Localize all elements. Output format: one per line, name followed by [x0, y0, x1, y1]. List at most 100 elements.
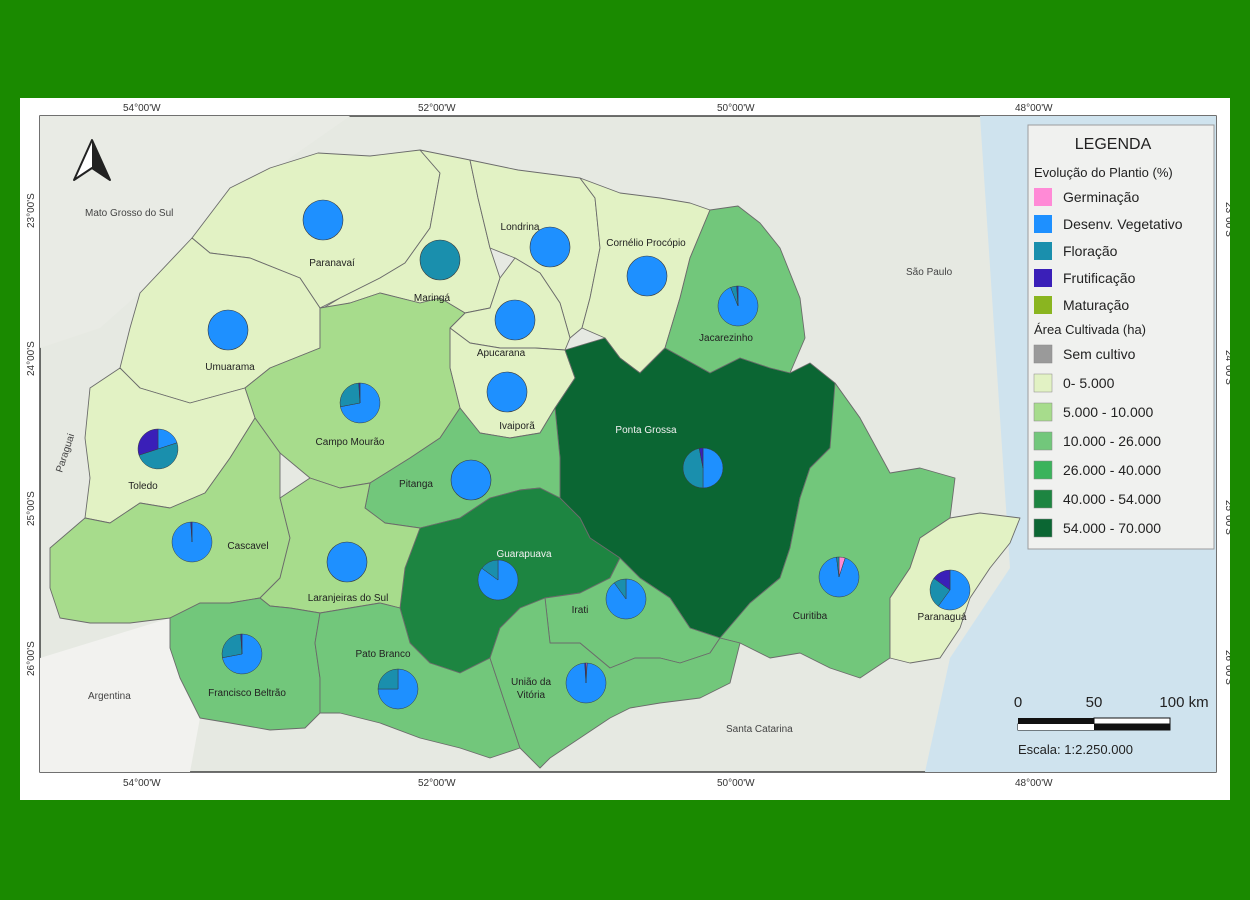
legend-title: LEGENDA	[1075, 136, 1152, 153]
region-label: Ivaiporã	[499, 421, 535, 432]
lon-label-bottom: 52°00'W	[418, 778, 456, 789]
region-label: Pato Branco	[355, 649, 410, 660]
legend-area-label: 26.000 - 40.000	[1063, 462, 1161, 478]
pie-chart	[565, 662, 607, 704]
pie-chart	[450, 459, 492, 501]
legend-swatch	[1034, 296, 1052, 314]
scale-tick-100: 100 km	[1159, 694, 1208, 711]
pie-slice-desenv	[302, 199, 344, 241]
region-label: Cornélio Procópio	[606, 238, 686, 249]
legend-phase-label: Germinação	[1063, 189, 1139, 205]
legend-swatch	[1033, 489, 1053, 509]
legend: LEGENDA Evolução do Plantio (%) Germinaç…	[1027, 124, 1215, 550]
legend-area-label: Sem cultivo	[1063, 346, 1136, 362]
lat-label-left: 24°00'S	[26, 341, 37, 376]
legend-area-label: 10.000 - 26.000	[1063, 433, 1161, 449]
legend-area-label: 40.000 - 54.000	[1063, 491, 1161, 507]
legend-swatch	[1034, 242, 1052, 260]
pie-chart	[929, 569, 971, 611]
scale-tick-50: 50	[1086, 694, 1103, 711]
legend-phase-label: Desenv. Vegetativo	[1063, 216, 1183, 232]
lon-label-bottom: 54°00'W	[123, 778, 161, 789]
pie-chart	[626, 255, 668, 297]
label-sao-paulo: São Paulo	[906, 267, 953, 278]
region-label-part1: União da	[511, 677, 551, 688]
legend-section-phase: Evolução do Plantio (%)	[1034, 165, 1173, 180]
label-mato-grosso-do-sul: Mato Grosso do Sul	[85, 208, 173, 219]
region-label: Curitiba	[793, 611, 828, 622]
lat-label-right: 26°00'S	[1223, 650, 1230, 685]
lon-label-bottom: 50°00'W	[717, 778, 755, 789]
legend-swatch	[1033, 518, 1053, 538]
pie-chart	[477, 559, 519, 601]
region-label: Irati	[572, 605, 589, 616]
legend-swatch	[1033, 431, 1053, 451]
lat-label-left: 25°00'S	[26, 491, 37, 526]
legend-swatch	[1033, 460, 1053, 480]
scale-tick-0: 0	[1014, 694, 1022, 711]
pie-chart	[717, 285, 759, 327]
pie-slice-desenv	[626, 255, 668, 297]
pie-chart	[529, 226, 571, 268]
lat-label-right: 23°00'S	[1223, 202, 1230, 237]
region-label: Laranjeiras do Sul	[308, 593, 389, 604]
scale-text: Escala: 1:2.250.000	[1018, 742, 1133, 757]
region-label: Guarapuava	[496, 549, 551, 560]
legend-phase-label: Maturação	[1063, 297, 1129, 313]
pie-slice-desenv	[529, 226, 571, 268]
legend-phase-label: Floração	[1063, 243, 1118, 259]
lat-label-left: 23°00'S	[26, 193, 37, 228]
region-label: Maringá	[414, 293, 451, 304]
pie-chart	[137, 428, 179, 470]
region-label: Cascavel	[227, 541, 268, 552]
map-frame: Paranavaí Maringá Londrina Cornélio Proc…	[20, 98, 1234, 800]
legend-area-label: 54.000 - 70.000	[1063, 520, 1161, 536]
region-label: Apucarana	[477, 348, 526, 359]
region-label: Paranavaí	[309, 258, 355, 269]
lon-label-top: 50°00'W	[717, 103, 755, 114]
pie-slice-desenv	[207, 309, 249, 351]
lat-label-right: 25°00'S	[1223, 500, 1230, 535]
pie-chart	[171, 521, 213, 563]
map-canvas: Paranavaí Maringá Londrina Cornélio Proc…	[26, 103, 1234, 789]
region-label: Ponta Grossa	[615, 425, 677, 436]
region-label: Toledo	[128, 481, 158, 492]
lat-label-left: 26°00'S	[26, 641, 37, 676]
legend-area-label: 0- 5.000	[1063, 375, 1115, 391]
region-label-part2: Vitória	[517, 690, 546, 701]
label-argentina: Argentina	[88, 691, 131, 702]
pie-chart	[486, 371, 528, 413]
legend-area-label: 5.000 - 10.000	[1063, 404, 1154, 420]
pie-chart	[302, 199, 344, 241]
region-label: Paranaguá	[918, 612, 967, 623]
region-label: Londrina	[501, 222, 540, 233]
legend-swatch	[1033, 373, 1053, 393]
pie-chart	[377, 668, 419, 710]
legend-swatch	[1034, 269, 1052, 287]
lon-label-top: 54°00'W	[123, 103, 161, 114]
pie-chart	[605, 578, 647, 620]
pie-slice-desenv	[326, 541, 368, 583]
pie-slice-desenv	[450, 459, 492, 501]
legend-swatch	[1034, 188, 1052, 206]
region-label: Umuarama	[205, 362, 255, 373]
legend-swatch	[1033, 344, 1053, 364]
pie-chart	[221, 633, 263, 675]
pie-chart	[682, 447, 724, 489]
pie-chart	[818, 556, 860, 598]
pie-chart	[494, 299, 536, 341]
lat-label-right: 24°00'S	[1223, 350, 1230, 385]
legend-swatch	[1033, 402, 1053, 422]
region-label: Campo Mourão	[316, 437, 385, 448]
region-label: Pitanga	[399, 479, 433, 490]
label-santa-catarina: Santa Catarina	[726, 724, 793, 735]
legend-swatch	[1034, 215, 1052, 233]
lon-label-top: 52°00'W	[418, 103, 456, 114]
pie-slice-desenv	[486, 371, 528, 413]
lon-label-bottom: 48°00'W	[1015, 778, 1053, 789]
legend-phase-label: Frutificação	[1063, 270, 1136, 286]
region-label: Francisco Beltrão	[208, 688, 286, 699]
pie-slice-desenv	[494, 299, 536, 341]
pie-chart	[419, 239, 461, 281]
pie-chart	[207, 309, 249, 351]
